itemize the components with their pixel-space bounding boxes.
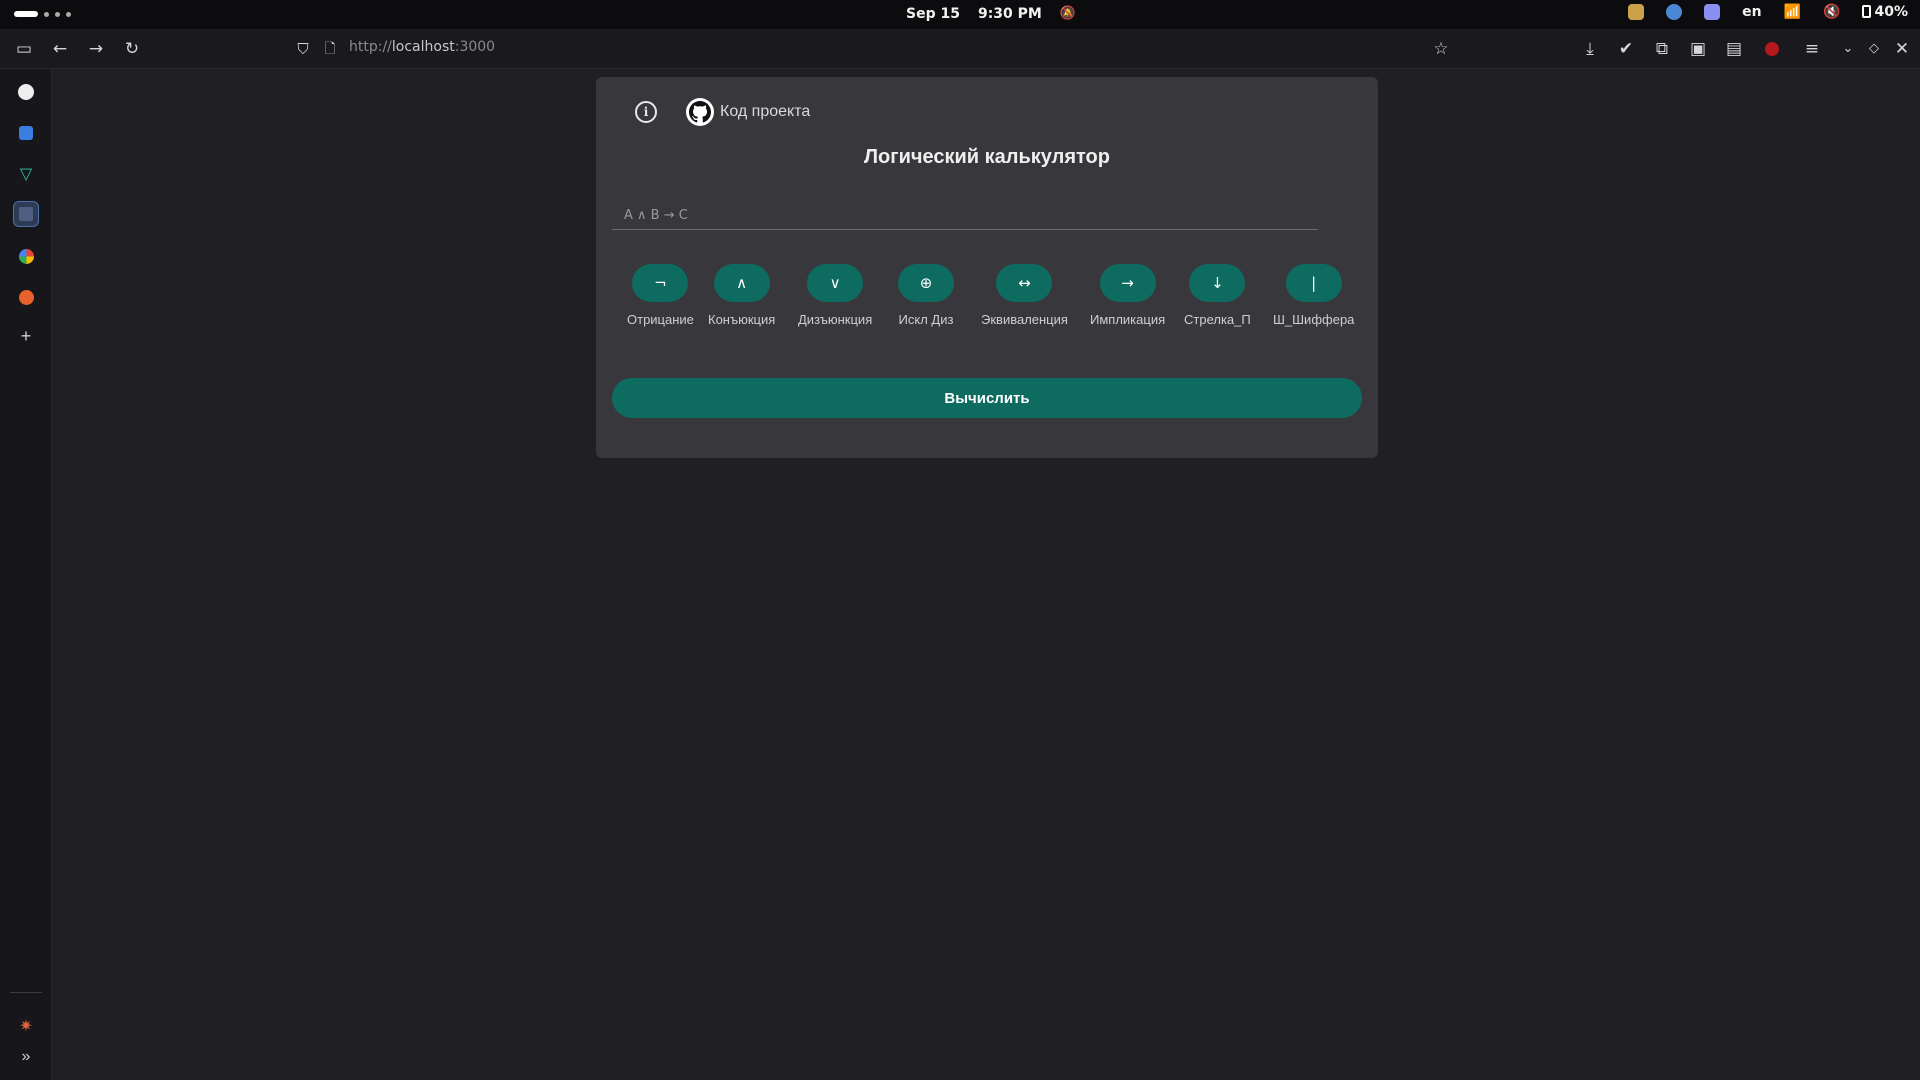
firefox-icon[interactable] bbox=[13, 284, 39, 310]
bookmark-star-icon[interactable]: ☆ bbox=[1429, 37, 1453, 61]
ublock-icon[interactable] bbox=[1760, 37, 1784, 61]
browser-toolbar: ▭ ← → ↻ ⛉ 🗋 http://localhost:3000 ☆ ⤓ ✔ … bbox=[0, 29, 1920, 69]
app-tray-icon[interactable] bbox=[1628, 4, 1645, 20]
back-icon[interactable]: ← bbox=[48, 37, 72, 61]
implication-button[interactable]: → bbox=[1099, 264, 1156, 302]
sidebar-toggle-icon[interactable]: ▭ bbox=[12, 37, 36, 61]
xor-button[interactable]: ⊕ bbox=[898, 264, 954, 302]
equivalence-label: Эквиваленция bbox=[981, 312, 1068, 327]
downloads-icon[interactable]: ⤓ bbox=[1578, 37, 1602, 61]
chevron-down-icon[interactable]: ⌄ bbox=[1836, 37, 1860, 61]
conjunction-button[interactable]: ∧ bbox=[713, 264, 770, 302]
operator-peirce-arrow: ↓ Стрелка_П bbox=[1184, 264, 1251, 327]
xor-label: Искл Диз bbox=[898, 312, 954, 327]
operator-conjunction: ∧ Конъюкция bbox=[708, 264, 775, 327]
sheffer-stroke-label: Ш_Шиффера bbox=[1273, 312, 1355, 327]
close-window-icon[interactable]: ✕ bbox=[1890, 37, 1914, 61]
negation-button[interactable]: ¬ bbox=[632, 264, 689, 302]
keyboard-language[interactable]: en bbox=[1742, 4, 1761, 20]
extensions-puzzle-icon[interactable]: ⧉ bbox=[1650, 37, 1674, 61]
volume-muted-icon[interactable]: 🔇 bbox=[1823, 4, 1840, 20]
wifi-icon[interactable]: 📶 bbox=[1784, 4, 1801, 20]
operator-buttons: ¬ Отрицание ∧ Конъюкция ∨ Дизъюнкция ⊕ И… bbox=[596, 264, 1378, 344]
workspace-indicator[interactable] bbox=[14, 11, 71, 17]
operator-xor: ⊕ Искл Диз bbox=[898, 264, 954, 327]
calculator-card: i Код проекта Логический калькулятор ¬ О… bbox=[596, 77, 1378, 458]
discord-tray-icon[interactable] bbox=[1704, 4, 1721, 20]
operator-equivalence: ↔ Эквиваленция bbox=[981, 264, 1068, 327]
clock[interactable]: Sep 15 9:30 PM 🔕 bbox=[906, 6, 1076, 22]
operator-sheffer-stroke: | Ш_Шиффера bbox=[1273, 264, 1354, 327]
calculate-button[interactable]: Вычислить bbox=[612, 378, 1362, 418]
page-title: Логический калькулятор bbox=[864, 146, 1110, 168]
github-icon[interactable] bbox=[13, 79, 39, 105]
page-icon: 🗋 bbox=[324, 41, 336, 57]
time-label: 9:30 PM bbox=[977, 6, 1042, 22]
peirce-arrow-button[interactable]: ↓ bbox=[1189, 264, 1246, 302]
conjunction-label: Конъюкция bbox=[708, 312, 776, 327]
sheffer-stroke-button[interactable]: | bbox=[1285, 264, 1342, 302]
operator-disjunction: ∨ Дизъюнкция bbox=[798, 264, 872, 327]
maximize-icon[interactable]: ◇ bbox=[1862, 37, 1886, 61]
disjunction-button[interactable]: ∨ bbox=[807, 264, 864, 302]
shield-icon[interactable]: ⛉ bbox=[291, 37, 315, 61]
system-tray: en 📶 🔇 40% bbox=[1628, 4, 1908, 20]
sparkle-icon[interactable]: ✷ bbox=[13, 1013, 39, 1039]
equivalence-button[interactable]: ↔ bbox=[996, 264, 1053, 302]
vue-icon[interactable]: ▽ bbox=[13, 161, 39, 187]
browser-sidebar: ▽ + ✷ » bbox=[0, 69, 52, 1080]
info-icon[interactable]: i bbox=[635, 101, 657, 123]
disjunction-label: Дизъюнкция bbox=[798, 312, 873, 327]
url-port: :3000 bbox=[454, 39, 496, 55]
expand-sidebar-icon[interactable]: » bbox=[13, 1044, 39, 1070]
grid-icon[interactable] bbox=[13, 201, 39, 227]
globe-tray-icon[interactable] bbox=[1666, 4, 1683, 20]
battery-icon bbox=[1862, 5, 1872, 18]
negation-label: Отрицание bbox=[627, 312, 694, 327]
archive-icon[interactable]: ▣ bbox=[1686, 37, 1710, 61]
notifications-muted-icon[interactable]: 🔕 bbox=[1060, 6, 1076, 22]
date-label: Sep 15 bbox=[906, 6, 960, 22]
battery-indicator[interactable]: 40% bbox=[1862, 4, 1908, 20]
peirce-arrow-label: Стрелка_П bbox=[1184, 312, 1251, 327]
forward-icon[interactable]: → bbox=[84, 37, 108, 61]
expression-input[interactable] bbox=[612, 202, 1318, 230]
project-code-label: Код проекта bbox=[720, 103, 811, 120]
project-code-link[interactable]: Код проекта bbox=[686, 98, 810, 126]
menu-icon[interactable]: ≡ bbox=[1800, 37, 1824, 61]
translate-icon[interactable] bbox=[13, 120, 39, 146]
github-icon bbox=[686, 98, 714, 126]
url-bar[interactable]: http://localhost:3000 bbox=[349, 39, 495, 55]
plus-icon[interactable]: + bbox=[13, 323, 39, 349]
operator-negation: ¬ Отрицание bbox=[627, 264, 694, 327]
google-icon[interactable] bbox=[13, 243, 39, 269]
implication-label: Импликация bbox=[1090, 312, 1166, 327]
url-protocol: http:// bbox=[349, 39, 392, 55]
reload-icon[interactable]: ↻ bbox=[120, 37, 144, 61]
operator-implication: → Импликация bbox=[1090, 264, 1165, 327]
url-host: localhost bbox=[391, 39, 455, 55]
battery-percent: 40% bbox=[1874, 4, 1908, 20]
system-top-bar: Sep 15 9:30 PM 🔕 en 📶 🔇 40% bbox=[0, 0, 1920, 29]
reader-view-icon[interactable]: ▤ bbox=[1722, 37, 1746, 61]
sidebar-divider bbox=[10, 992, 42, 993]
extension-check-icon[interactable]: ✔ bbox=[1614, 37, 1638, 61]
